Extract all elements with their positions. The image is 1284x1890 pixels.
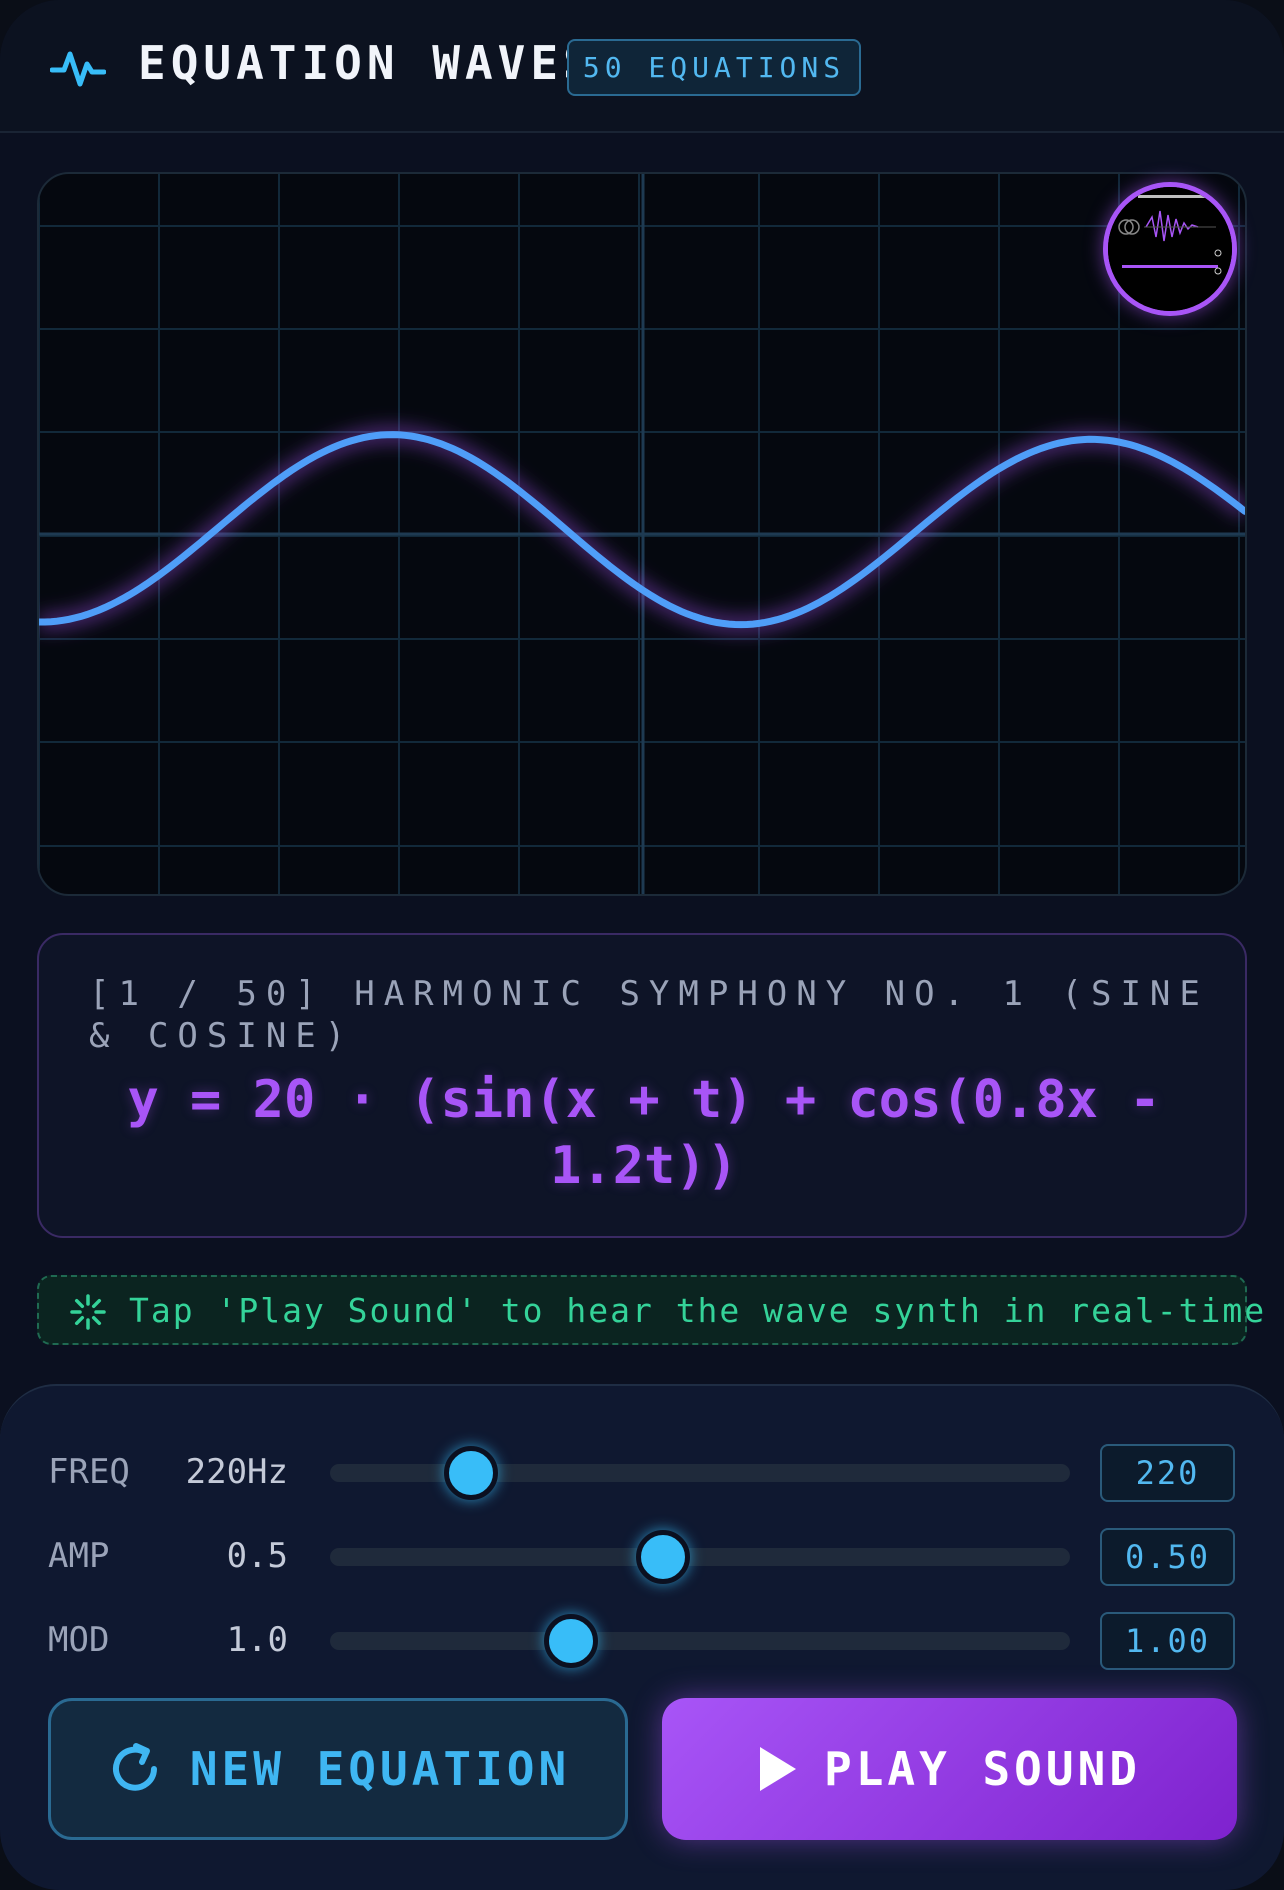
amp-slider-track[interactable] (330, 1530, 1070, 1584)
equation-formula: y = 20 · (sin(x + t) + cos(0.8x - 1.2t)) (127, 1070, 1161, 1196)
amp-slider-handle[interactable] (636, 1530, 690, 1584)
slider-display-mod: 1.0 (226, 1620, 288, 1660)
new-equation-button[interactable]: NEW EQUATION (48, 1698, 628, 1840)
slider-label-freq: FREQ (48, 1452, 130, 1492)
freq-value-input[interactable]: 220 (1100, 1444, 1235, 1502)
refresh-icon (112, 1743, 157, 1791)
mod-value-input[interactable]: 1.00 (1100, 1612, 1235, 1670)
slider-display-freq: 220Hz (185, 1452, 288, 1492)
loading-spinner-icon (70, 1294, 106, 1330)
header-bar: EQUATION WAVES 50 EQUATIONS (0, 0, 1284, 133)
equation-label: [1 / 50] HARMONIC SYMPHONY NO. 1 (SINE &… (89, 974, 1209, 1056)
mod-slider-handle[interactable] (543, 1614, 598, 1668)
play-sound-button[interactable]: PLAY SOUND (662, 1698, 1237, 1840)
wave-plot-canvas (39, 174, 1245, 894)
hint-text: Tap 'Play Sound' to hear the wave synth … (129, 1291, 1267, 1330)
preview-thumbnail[interactable] (1103, 182, 1237, 316)
slider-label-mod: MOD (48, 1620, 110, 1660)
slider-label-amp: AMP (48, 1536, 110, 1576)
slider-row-freq: FREQ 220Hz 220 (0, 1444, 1284, 1504)
freq-slider-track[interactable] (330, 1446, 1070, 1500)
equation-card: [1 / 50] HARMONIC SYMPHONY NO. 1 (SINE &… (37, 933, 1247, 1238)
new-equation-label: NEW EQUATION (189, 1742, 571, 1796)
freq-slider-handle[interactable] (443, 1446, 498, 1500)
amp-value-input[interactable]: 0.50 (1100, 1528, 1235, 1586)
preview-thumbnail-image (1108, 187, 1232, 311)
app-window: EQUATION WAVES 50 EQUATIONS [1 / 50] HAR… (0, 0, 1284, 1890)
play-icon (760, 1747, 797, 1791)
slider-row-mod: MOD 1.0 1.00 (0, 1612, 1284, 1672)
slider-display-amp: 0.5 (226, 1536, 288, 1576)
mod-slider-track[interactable] (330, 1614, 1070, 1668)
hint-banner: Tap 'Play Sound' to hear the wave synth … (37, 1275, 1264, 1345)
play-sound-label: PLAY SOUND (824, 1742, 1141, 1796)
pulse-icon (50, 51, 106, 87)
wave-plot (37, 172, 1247, 896)
slider-row-amp: AMP 0.5 0.50 (0, 1528, 1284, 1588)
equation-count-badge: 50 EQUATIONS (567, 39, 861, 96)
app-title: EQUATION WAVES (138, 36, 596, 90)
